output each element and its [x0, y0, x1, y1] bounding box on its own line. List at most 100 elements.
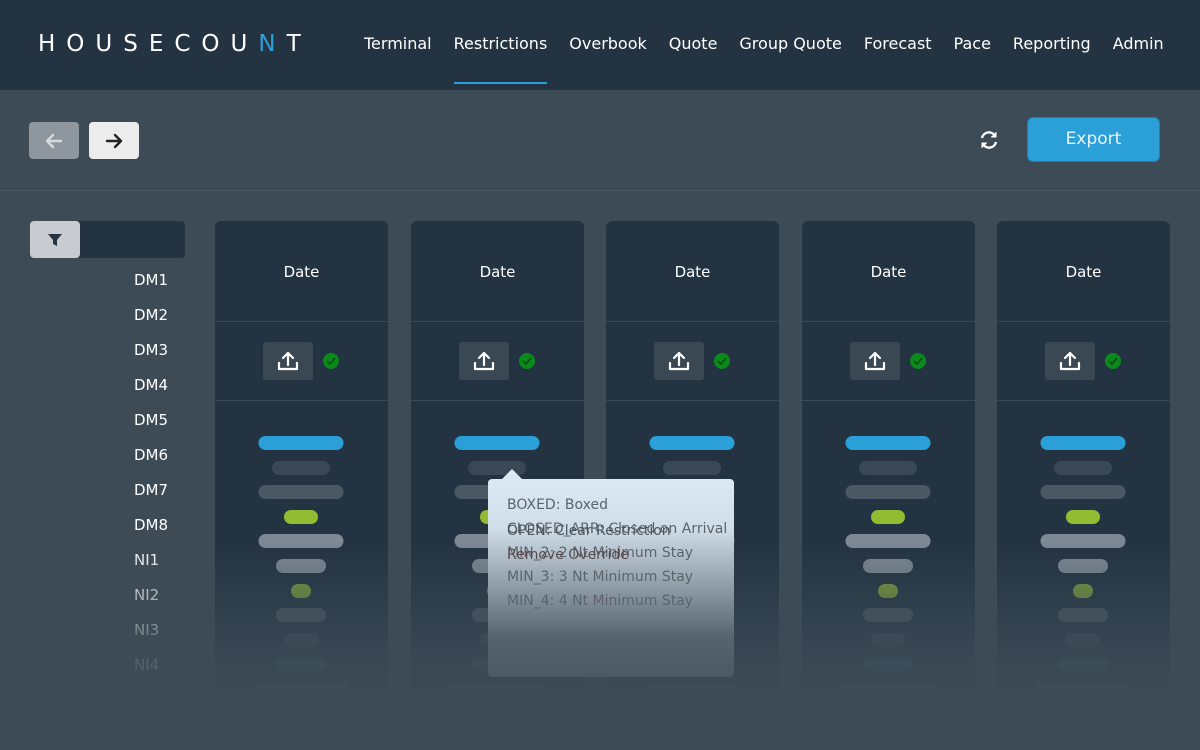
restriction-cell[interactable]	[644, 682, 740, 696]
restriction-dropdown: BOXED: Boxed CLOSED_ARR: Closed on Arriva…	[488, 469, 734, 677]
row-label: NI2	[134, 586, 160, 604]
restriction-cell[interactable]	[1073, 583, 1093, 598]
restriction-cell[interactable]	[283, 632, 319, 647]
refresh-icon	[980, 131, 998, 149]
restriction-cell[interactable]	[449, 682, 545, 696]
restriction-cell[interactable]	[863, 608, 913, 623]
restriction-cell[interactable]	[272, 460, 330, 475]
next-button[interactable]	[89, 122, 139, 159]
restriction-cell[interactable]	[258, 485, 344, 500]
nav-tab-quote[interactable]: Quote	[658, 0, 729, 90]
restriction-cell[interactable]	[1058, 657, 1108, 672]
check-circle-icon	[323, 353, 339, 369]
export-button[interactable]: Export	[1027, 117, 1160, 162]
nav-tab-restrictions[interactable]: Restrictions	[443, 0, 559, 90]
filter-icon	[48, 233, 62, 246]
menu-item[interactable]: MIN_3: 3 Nt Minimum Stay	[507, 565, 734, 589]
logo-accent: N	[258, 31, 287, 57]
upload-icon	[668, 351, 690, 371]
restriction-cell[interactable]	[276, 559, 326, 573]
upload-icon	[277, 351, 299, 371]
date-column: Date	[802, 221, 975, 696]
row-label: DM6	[134, 446, 169, 464]
nav-tab-admin[interactable]: Admin	[1102, 0, 1175, 90]
menu-item[interactable]: BOXED: Boxed	[507, 493, 734, 517]
row-label: DM8	[134, 516, 169, 534]
restriction-cell[interactable]	[276, 608, 326, 623]
nav-tab-pace[interactable]: Pace	[943, 0, 1002, 90]
date-column: Date	[215, 221, 388, 696]
row-label: DM4	[134, 376, 169, 394]
previous-button[interactable]	[29, 122, 79, 159]
check-circle-icon	[519, 353, 535, 369]
divider	[997, 400, 1170, 401]
nav-tab-overbook[interactable]: Overbook	[558, 0, 657, 90]
nav-tab-group-quote[interactable]: Group Quote	[728, 0, 852, 90]
upload-icon	[473, 351, 495, 371]
restriction-cell[interactable]	[1058, 608, 1108, 623]
divider	[215, 321, 388, 322]
restriction-cell[interactable]	[845, 436, 931, 450]
restriction-cell[interactable]	[258, 436, 344, 450]
refresh-button[interactable]	[978, 129, 1000, 151]
restriction-cell[interactable]	[1058, 559, 1108, 573]
restriction-cell[interactable]	[663, 460, 721, 475]
restriction-cell[interactable]	[1035, 682, 1131, 696]
upload-button[interactable]	[459, 342, 509, 380]
restriction-cell[interactable]	[845, 485, 931, 500]
nav-tab-forecast[interactable]: Forecast	[853, 0, 943, 90]
upload-button[interactable]	[850, 342, 900, 380]
restriction-cell[interactable]	[870, 632, 906, 647]
restriction-cell[interactable]	[649, 436, 735, 450]
logo-text: HOUSECOU	[38, 31, 259, 57]
column-header: Date	[283, 263, 320, 281]
filter-button[interactable]	[30, 221, 80, 258]
restriction-cell[interactable]	[1054, 460, 1112, 475]
restriction-cell[interactable]	[291, 583, 311, 598]
restriction-cell[interactable]	[276, 657, 326, 672]
restriction-cell[interactable]	[845, 534, 931, 549]
divider	[802, 321, 975, 322]
restriction-cell[interactable]	[454, 436, 540, 450]
menu-item[interactable]: MIN_4: 4 Nt Minimum Stay	[507, 589, 734, 613]
check-circle-icon	[910, 353, 926, 369]
menu-item-remove-override[interactable]: Remove Override	[507, 543, 734, 567]
upload-button[interactable]	[1045, 342, 1095, 380]
divider	[0, 190, 1200, 191]
restriction-cell[interactable]	[1040, 436, 1126, 450]
restriction-cell[interactable]	[1040, 485, 1126, 500]
arrow-right-icon	[105, 133, 123, 148]
row-label: DM5	[134, 411, 169, 429]
upload-icon	[864, 351, 886, 371]
restriction-cell[interactable]	[284, 509, 318, 524]
restriction-cell[interactable]	[878, 583, 898, 598]
restriction-cell[interactable]	[863, 657, 913, 672]
column-header: Date	[479, 263, 516, 281]
restriction-cell[interactable]	[863, 559, 913, 573]
divider	[215, 400, 388, 401]
upload-button[interactable]	[654, 342, 704, 380]
row-label: NI4	[134, 656, 160, 674]
check-circle-icon	[1105, 353, 1121, 369]
nav-tab-reporting[interactable]: Reporting	[1002, 0, 1102, 90]
row-label: NI1	[134, 551, 160, 569]
divider	[997, 321, 1170, 322]
divider	[606, 400, 779, 401]
date-column: Date	[997, 221, 1170, 696]
restriction-cell[interactable]	[840, 682, 936, 696]
housecount-logo[interactable]: HOUSECOUNT	[38, 31, 312, 57]
top-nav-bar: HOUSECOUNT Terminal Restrictions Overbook Q…	[0, 0, 1200, 90]
restriction-cell[interactable]	[253, 682, 349, 696]
column-header: Date	[870, 263, 907, 281]
upload-button[interactable]	[263, 342, 313, 380]
divider	[606, 321, 779, 322]
column-header: Date	[674, 263, 711, 281]
restriction-cell[interactable]	[258, 534, 344, 549]
divider	[802, 400, 975, 401]
restriction-cell[interactable]	[871, 509, 905, 524]
restriction-cell[interactable]	[1066, 509, 1100, 524]
nav-tab-terminal[interactable]: Terminal	[353, 0, 443, 90]
restriction-cell[interactable]	[1040, 534, 1126, 549]
restriction-cell[interactable]	[1065, 632, 1101, 647]
restriction-cell[interactable]	[859, 460, 917, 475]
